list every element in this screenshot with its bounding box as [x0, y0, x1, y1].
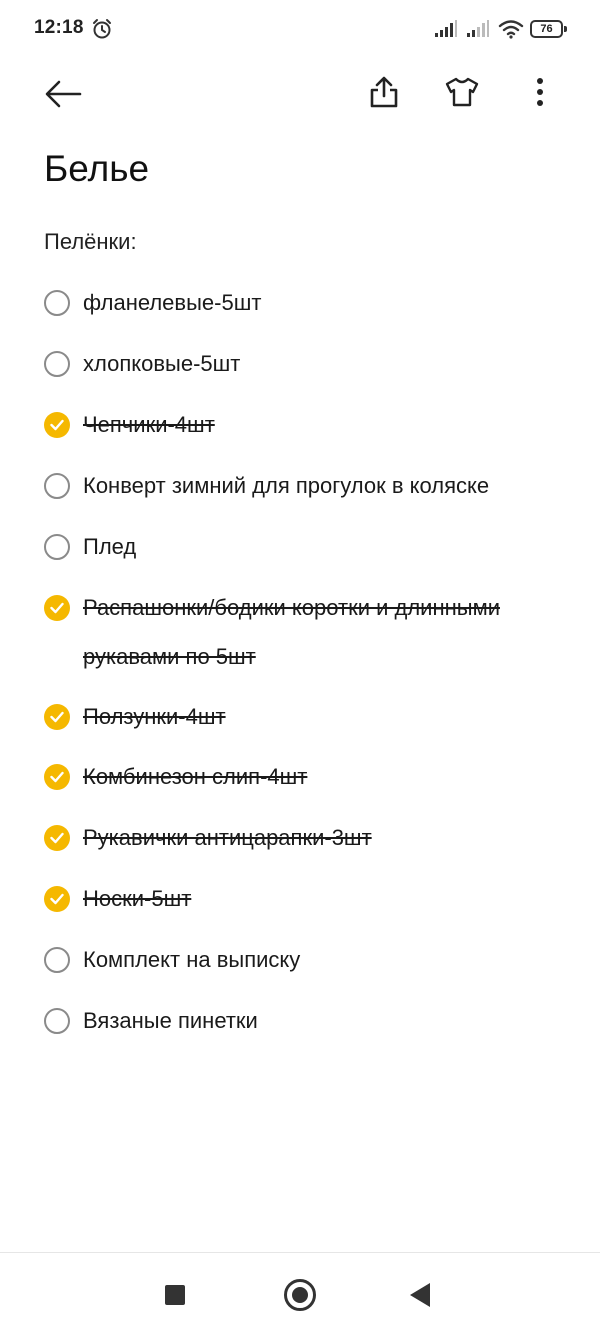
share-icon	[370, 76, 398, 108]
share-button[interactable]	[360, 68, 408, 116]
navigation-bar	[0, 1252, 600, 1332]
status-bar: 12:18 76	[0, 0, 600, 58]
arrow-left-icon	[45, 80, 82, 108]
checkbox-checked[interactable]	[44, 825, 70, 851]
checklist-item-text[interactable]: хлопковые-5шт	[83, 351, 240, 377]
checkbox[interactable]	[44, 534, 70, 560]
home-circle-icon[interactable]	[284, 1279, 316, 1311]
wifi-icon	[498, 20, 524, 39]
checklist-item-text[interactable]: Вязаные пинетки	[83, 1008, 258, 1034]
check-icon	[50, 771, 64, 783]
check-icon	[50, 711, 64, 723]
back-triangle-icon[interactable]	[410, 1283, 430, 1307]
signal-icon	[467, 20, 489, 37]
checkbox-checked[interactable]	[44, 704, 70, 730]
checklist-item-text[interactable]: Чепчики-4шт	[83, 412, 215, 438]
checklist-item-text[interactable]: Рукавички антицарапки-3шт	[83, 825, 372, 851]
section-label[interactable]: Пелёнки:	[44, 229, 137, 255]
checkbox-checked[interactable]	[44, 764, 70, 790]
app-bar	[0, 58, 600, 132]
recents-square-icon[interactable]	[165, 1285, 185, 1305]
checklist-item-text[interactable]: Комбинезон слип-4шт	[83, 764, 307, 790]
checklist-item-text[interactable]: Носки-5шт	[83, 886, 191, 912]
checkbox[interactable]	[44, 947, 70, 973]
signal-icon	[435, 20, 457, 37]
theme-button[interactable]	[438, 68, 486, 116]
checkbox-checked[interactable]	[44, 886, 70, 912]
checklist-item-text[interactable]: Конверт зимний для прогулок в коляске	[83, 473, 489, 499]
checkbox[interactable]	[44, 290, 70, 316]
checklist-item-text[interactable]: Ползунки-4шт	[83, 704, 226, 730]
note-title[interactable]: Белье	[44, 148, 149, 190]
more-vertical-icon	[537, 78, 543, 106]
checklist-item-text[interactable]: Комплект на выписку	[83, 947, 300, 973]
battery-tip	[564, 26, 567, 32]
checklist-item-text[interactable]: Плед	[83, 534, 136, 560]
checkbox[interactable]	[44, 351, 70, 377]
checklist-item-text[interactable]: Распашонки/бодики коротки и длинными рук…	[83, 583, 563, 681]
checkbox-checked[interactable]	[44, 595, 70, 621]
shirt-icon	[445, 77, 479, 107]
home-circle-inner	[292, 1287, 308, 1303]
status-time: 12:18	[34, 17, 84, 38]
checkbox[interactable]	[44, 473, 70, 499]
back-button[interactable]	[40, 70, 88, 118]
battery-level: 76	[530, 20, 563, 38]
more-options-button[interactable]	[516, 68, 564, 116]
checklist-item-text[interactable]: фланелевые-5шт	[83, 290, 261, 316]
battery-icon: 76	[530, 20, 567, 38]
check-icon	[50, 832, 64, 844]
checkbox-checked[interactable]	[44, 412, 70, 438]
checkbox[interactable]	[44, 1008, 70, 1034]
check-icon	[50, 602, 64, 614]
alarm-icon	[93, 19, 111, 39]
check-icon	[50, 893, 64, 905]
check-icon	[50, 419, 64, 431]
